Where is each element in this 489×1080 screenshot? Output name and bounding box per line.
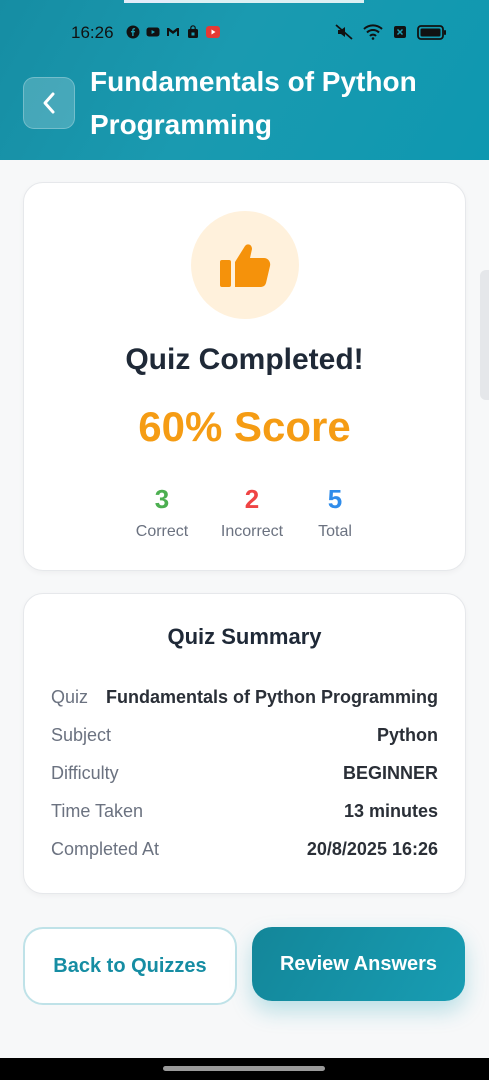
total-count: 5 [327, 484, 343, 514]
result-icon-circle [191, 211, 299, 319]
summary-label: Completed At [51, 838, 160, 859]
gmail-icon [167, 28, 179, 36]
score-percentage: 60% Score [138, 403, 351, 450]
notification-icons [126, 25, 220, 39]
stat-total: 5 Total [280, 483, 390, 541]
thumbs-up-icon [220, 244, 271, 287]
mute-icon [335, 24, 353, 40]
summary-label: Time Taken [51, 800, 144, 821]
summary-row-quiz: Quiz Fundamentals of Python Programming [51, 685, 438, 709]
chevron-left-icon [43, 92, 55, 114]
back-button[interactable] [23, 77, 75, 129]
wifi-icon [363, 24, 383, 40]
scroll-indicator [480, 270, 489, 400]
facebook-icon [126, 25, 140, 39]
shopping-bag-icon [188, 25, 198, 38]
youtube-red-icon [206, 26, 220, 38]
summary-row-subject: Subject Python [51, 723, 438, 747]
completion-heading: Quiz Completed! [125, 343, 364, 376]
summary-value: Fundamentals of Python Programming [105, 686, 438, 707]
summary-label: Difficulty [51, 762, 119, 783]
summary-value: 20/8/2025 16:26 [306, 838, 438, 859]
summary-value: 13 minutes [343, 800, 438, 821]
top-progress-line [124, 0, 364, 3]
summary-row-completed-at: Completed At 20/8/2025 16:26 [51, 837, 438, 861]
total-label: Total [318, 523, 352, 540]
summary-row-difficulty: Difficulty BEGINNER [51, 761, 438, 785]
summary-label: Subject [51, 724, 112, 745]
summary-card: Quiz Summary Quiz Fundamentals of Python… [23, 593, 466, 894]
review-answers-button[interactable]: Review Answers [252, 927, 465, 1001]
summary-row-time-taken: Time Taken 13 minutes [51, 799, 438, 823]
youtube-icon [146, 27, 160, 37]
page-title: Fundamentals of Python Programming [90, 66, 417, 140]
summary-heading: Quiz Summary [167, 624, 322, 649]
back-to-quizzes-button[interactable]: Back to Quizzes [23, 927, 237, 1005]
status-time: 16:26 [71, 23, 114, 42]
status-bar: 16:26 [0, 0, 489, 64]
summary-label: Quiz [51, 686, 89, 707]
summary-value: Python [377, 724, 438, 745]
system-icons [335, 24, 447, 40]
result-card: Quiz Completed! 60% Score 3 Correct 2 In… [23, 182, 466, 571]
home-gesture-handle[interactable] [163, 1066, 325, 1071]
sim-off-icon [394, 26, 406, 38]
summary-value: BEGINNER [342, 762, 438, 783]
battery-icon [417, 24, 446, 40]
